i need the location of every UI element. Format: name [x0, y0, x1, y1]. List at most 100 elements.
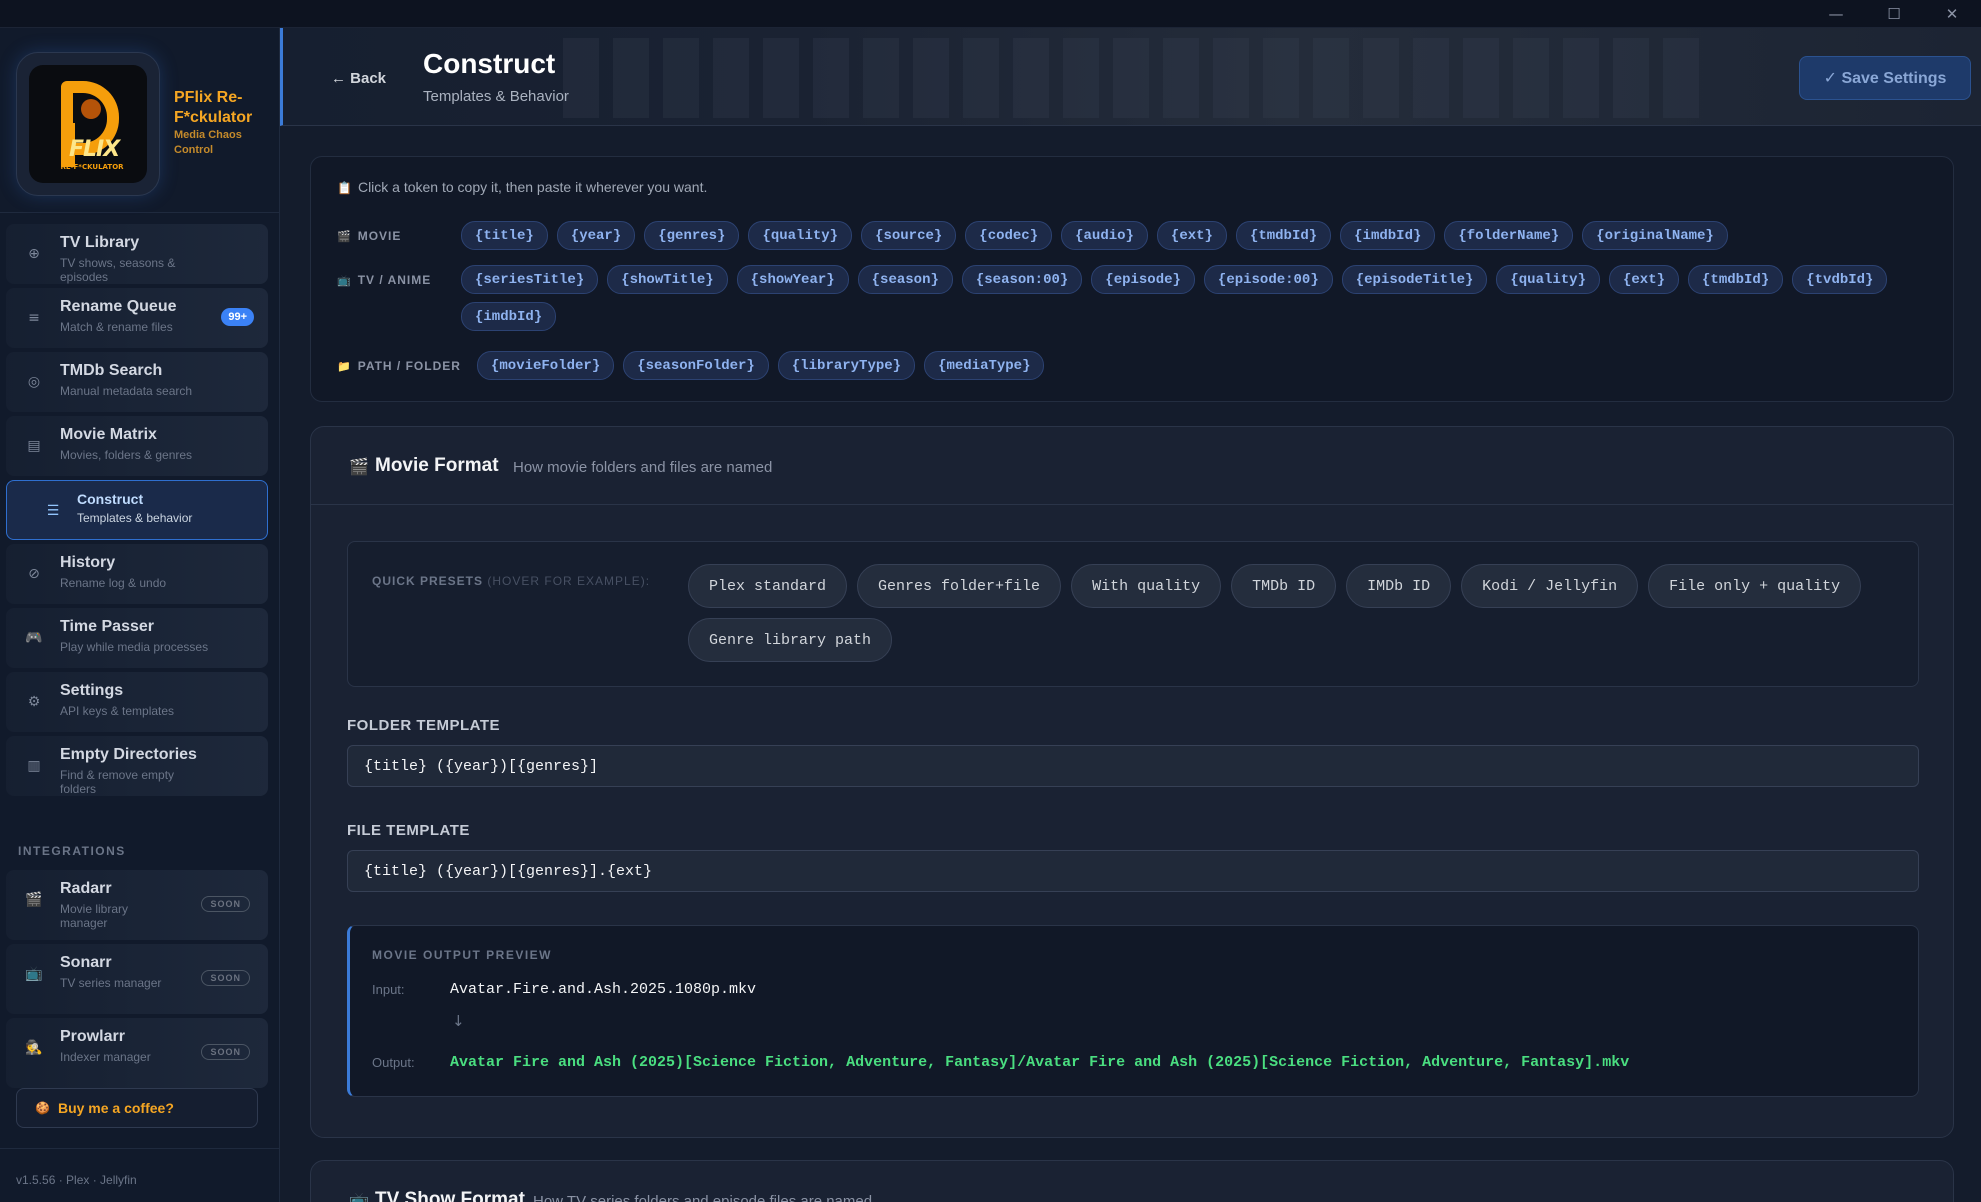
token-chip[interactable]: {showYear}: [736, 265, 849, 294]
token-chip[interactable]: {tmdbId}: [1688, 265, 1784, 294]
minimize-button[interactable]: —: [1807, 0, 1865, 28]
brand-name: PFlix Re-F*ckulator: [174, 89, 253, 126]
sidebar-item-desc: Templates & behavior: [77, 511, 193, 525]
token-chip[interactable]: {showTitle}: [607, 265, 728, 294]
sidebar-item-history[interactable]: ⊘ History Rename log & undo: [6, 544, 268, 604]
save-settings-button[interactable]: ✓ Save Settings: [1799, 56, 1971, 100]
token-chip[interactable]: {source}: [861, 221, 957, 250]
token-hint: 📋 Click a token to copy it, then paste it…: [337, 179, 707, 195]
list-icon: ≡: [28, 310, 40, 326]
sidebar-item-time-passer[interactable]: 🎮 Time Passer Play while media processes: [6, 608, 268, 668]
movie-format-card: 🎬 Movie Format How movie folders and fil…: [310, 426, 1954, 1138]
back-button[interactable]: ← Back: [331, 70, 386, 87]
token-chip[interactable]: {seriesTitle}: [461, 265, 599, 294]
token-chip[interactable]: {seasonFolder}: [623, 351, 769, 380]
token-group-icon: 🎬: [337, 230, 352, 243]
lines-icon: ☰: [46, 503, 60, 519]
token-chip[interactable]: {season}: [857, 265, 953, 294]
sidebar-item-tv-library[interactable]: ⊕ TV Library TV shows, seasons & episodes: [6, 224, 268, 284]
sidebar-item-rename-queue[interactable]: ≡ Rename Queue Match & rename files 99+: [6, 288, 268, 348]
token-chip[interactable]: {ext}: [1609, 265, 1680, 294]
movie-format-subtitle: How movie folders and files are named: [513, 459, 773, 476]
sidebar-item-desc: Find & remove empty folders: [60, 768, 175, 796]
token-group-name: TV / ANIME: [357, 273, 432, 287]
preview-output-value: Avatar Fire and Ash (2025)[Science Ficti…: [450, 1054, 1630, 1071]
token-chip[interactable]: {libraryType}: [777, 351, 916, 380]
token-chip[interactable]: {codec}: [965, 221, 1053, 250]
folder-template-input[interactable]: {title} ({year})[{genres}]: [347, 745, 1919, 787]
token-list-movie: {title} {year} {genres} {quality} {source} {c…: [461, 221, 1929, 250]
page-header: ← Back Construct Templates & Behavior ✓ …: [280, 28, 1981, 126]
arrow-down-icon: ↓: [452, 1012, 465, 1030]
quick-presets-label: QUICK PRESETS (HOVER FOR EXAMPLE):: [372, 574, 650, 588]
tv-icon: 📺: [25, 966, 43, 982]
token-chip[interactable]: {genres}: [644, 221, 740, 250]
logo-dot: [81, 99, 101, 119]
preset-button[interactable]: IMDb ID: [1346, 564, 1452, 608]
sidebar-item-label: Settings: [60, 682, 124, 699]
buy-coffee-button[interactable]: 🍪 Buy me a coffee?: [16, 1088, 258, 1128]
maximize-button[interactable]: ☐: [1865, 0, 1923, 28]
file-template-input[interactable]: {title} ({year})[{genres}].{ext}: [347, 850, 1919, 892]
preview-input-label: Input:: [372, 982, 405, 997]
tv-icon: 📺: [349, 1191, 369, 1202]
clock-icon: ⊘: [28, 566, 40, 582]
token-hint-text: Click a token to copy it, then paste it …: [357, 179, 708, 195]
token-group-icon: 📁: [337, 360, 352, 373]
brand-tagline: Media Chaos Control: [174, 129, 242, 156]
sidebar-item-desc: Match & rename files: [60, 320, 173, 334]
preset-button[interactable]: With quality: [1071, 564, 1222, 608]
app-logo[interactable]: FLIX RE-F*CKULATOR: [16, 52, 160, 196]
token-chip[interactable]: {episodeTitle}: [1341, 265, 1488, 294]
gear-icon: ⚙: [27, 694, 41, 710]
main-content: ← Back Construct Templates & Behavior ✓ …: [280, 28, 1981, 1202]
token-chip[interactable]: {imdbId}: [461, 302, 557, 331]
sidebar-item-empty-directories[interactable]: ▥ Empty Directories Find & remove empty fo…: [6, 736, 268, 796]
sidebar-item-label: Time Passer: [60, 618, 154, 635]
token-chip[interactable]: {imdbId}: [1340, 221, 1436, 250]
integration-item-radarr[interactable]: 🎬 Radarr Movie library manager SOON: [6, 870, 268, 940]
sidebar-item-tmdb-search[interactable]: ◎ TMDb Search Manual metadata search: [6, 352, 268, 412]
integration-label: Radarr: [60, 880, 112, 897]
token-chip[interactable]: {episode:00}: [1203, 265, 1333, 294]
token-chip[interactable]: {episode}: [1091, 265, 1195, 294]
preset-list: Plex standard Genres folder+file With qual…: [688, 564, 1898, 662]
trash-icon: ▥: [27, 758, 41, 774]
token-chip[interactable]: {year}: [556, 221, 636, 250]
quick-presets: QUICK PRESETS (HOVER FOR EXAMPLE): Plex …: [347, 541, 1919, 687]
preset-button[interactable]: Genre library path: [688, 618, 893, 662]
token-chip[interactable]: {originalName}: [1582, 221, 1728, 250]
preset-button[interactable]: Plex standard: [688, 564, 848, 608]
sidebar-item-construct[interactable]: ☰ Construct Templates & behavior: [6, 480, 268, 540]
token-chip[interactable]: {season:00}: [961, 265, 1083, 294]
token-chip[interactable]: {tvdbId}: [1792, 265, 1888, 294]
token-chip[interactable]: {movieFolder}: [477, 351, 615, 380]
sidebar-item-label: Movie Matrix: [60, 426, 157, 443]
token-chip[interactable]: {mediaType}: [924, 351, 1045, 380]
token-chip[interactable]: {audio}: [1061, 221, 1148, 250]
preset-button[interactable]: TMDb ID: [1231, 564, 1337, 608]
sidebar-item-movie-matrix[interactable]: ▤ Movie Matrix Movies, folders & genres: [6, 416, 268, 476]
soon-badge: SOON: [201, 970, 250, 986]
token-chip[interactable]: {quality}: [748, 221, 853, 250]
integrations-label: INTEGRATIONS: [18, 844, 126, 858]
token-chip[interactable]: {folderName}: [1444, 221, 1574, 250]
close-button[interactable]: ✕: [1923, 0, 1981, 28]
quick-presets-title: QUICK PRESETS: [372, 574, 484, 588]
token-chip[interactable]: {title}: [461, 221, 548, 250]
sidebar-nav: ⊕ TV Library TV shows, seasons & episodes ≡…: [6, 224, 268, 800]
token-group-name: PATH / FOLDER: [357, 359, 461, 373]
token-chip[interactable]: {quality}: [1496, 265, 1600, 294]
token-chip[interactable]: {ext}: [1156, 221, 1227, 250]
sidebar-item-settings[interactable]: ⚙ Settings API keys & templates: [6, 672, 268, 732]
clapper-icon: 🎬: [349, 457, 369, 476]
integration-item-prowlarr[interactable]: 🕵 Prowlarr Indexer manager SOON: [6, 1018, 268, 1088]
token-chip[interactable]: {tmdbId}: [1235, 221, 1332, 250]
window-titlebar: — ☐ ✕: [0, 0, 1981, 28]
preset-button[interactable]: File only + quality: [1648, 564, 1862, 608]
soon-badge: SOON: [201, 896, 250, 912]
movie-format-title: Movie Format: [375, 455, 499, 476]
integration-item-sonarr[interactable]: 📺 Sonarr TV series manager SOON: [6, 944, 268, 1014]
preset-button[interactable]: Genres folder+file: [857, 564, 1062, 608]
preset-button[interactable]: Kodi / Jellyfin: [1461, 564, 1639, 608]
